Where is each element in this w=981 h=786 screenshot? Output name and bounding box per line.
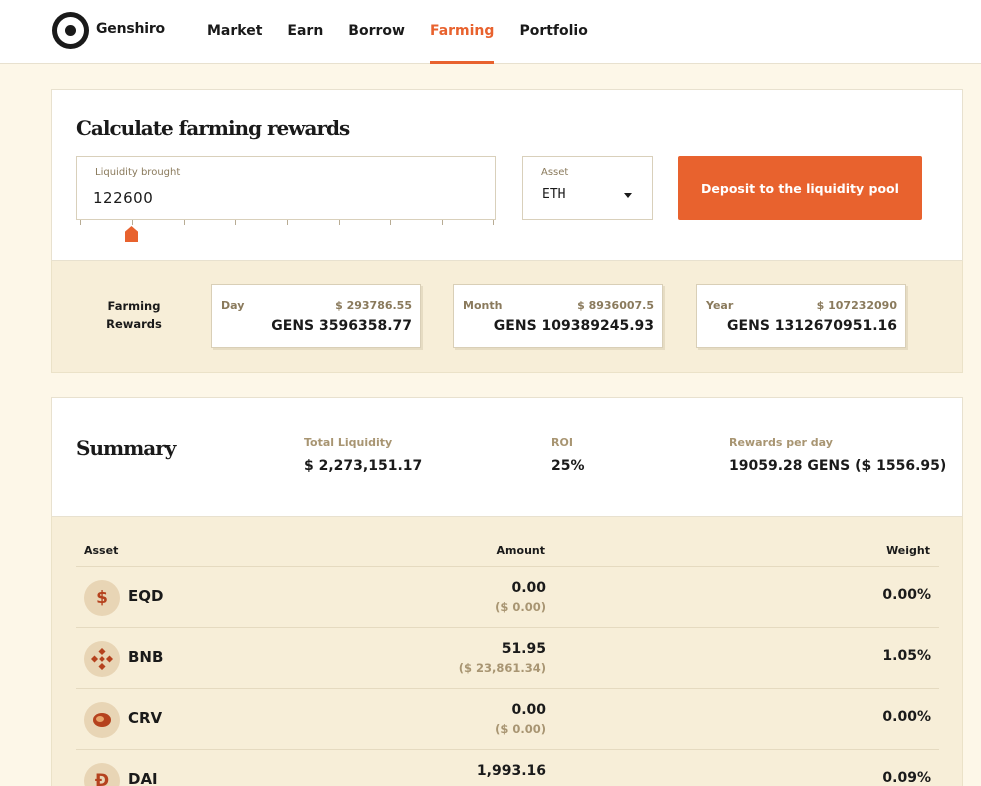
liquidity-slider-track[interactable] bbox=[80, 220, 494, 226]
asset-weight: 1.05% bbox=[882, 648, 931, 664]
calculator-panel: Calculate farming rewards Liquidity brou… bbox=[51, 89, 963, 261]
asset-name: CRV bbox=[128, 709, 163, 727]
column-header-asset: Asset bbox=[84, 544, 119, 557]
rewards-per-day-value: 19059.28 GENS ($ 1556.95) bbox=[729, 458, 947, 474]
asset-amount-usd: ($ 0.00) bbox=[495, 722, 546, 736]
table-row: $ EQD 0.00 ($ 0.00) 0.00% bbox=[76, 566, 939, 627]
reward-usd: $ 8936007.5 bbox=[577, 299, 654, 312]
reward-card-day: Day $ 293786.55 GENS 3596358.77 bbox=[211, 284, 421, 348]
chevron-down-icon[interactable] bbox=[624, 193, 632, 198]
asset-amount: 0.00 bbox=[511, 580, 546, 596]
nav-portfolio[interactable]: Portfolio bbox=[519, 0, 587, 64]
column-header-amount: Amount bbox=[496, 544, 545, 557]
dai-icon: Đ bbox=[84, 763, 120, 786]
reward-gens: GENS 1312670951.16 bbox=[727, 318, 897, 334]
asset-amount-usd: ($ 0.00) bbox=[495, 600, 546, 614]
total-liquidity-label: Total Liquidity bbox=[304, 436, 393, 449]
asset-label: Asset bbox=[541, 167, 569, 178]
asset-amount-usd: ($ 23,861.34) bbox=[458, 661, 546, 675]
asset-amount: 51.95 bbox=[501, 641, 546, 657]
liquidity-value[interactable]: 122600 bbox=[93, 189, 153, 207]
farming-rewards-band: Farming Rewards Day $ 293786.55 GENS 359… bbox=[51, 261, 963, 373]
reward-gens: GENS 3596358.77 bbox=[271, 318, 412, 334]
roi-label: ROI bbox=[551, 436, 573, 449]
nav-earn[interactable]: Earn bbox=[287, 0, 323, 64]
column-header-weight: Weight bbox=[886, 544, 930, 557]
genshiro-logo-icon[interactable] bbox=[52, 12, 89, 49]
reward-usd: $ 107232090 bbox=[816, 299, 897, 312]
nav-borrow[interactable]: Borrow bbox=[348, 0, 405, 64]
asset-value[interactable]: ETH bbox=[542, 187, 565, 202]
asset-name: EQD bbox=[128, 587, 164, 605]
top-header: Genshiro Market Earn Borrow Farming Port… bbox=[0, 0, 981, 64]
liquidity-slider-handle[interactable] bbox=[125, 226, 138, 242]
asset-amount: 1,993.16 bbox=[476, 763, 546, 779]
assets-table: Asset Amount Weight $ EQD 0.00 ($ 0.00) … bbox=[51, 517, 963, 786]
roi-value: 25% bbox=[551, 458, 585, 474]
summary-panel: Summary Total Liquidity $ 2,273,151.17 R… bbox=[51, 397, 963, 517]
asset-weight: 0.00% bbox=[882, 587, 931, 603]
asset-name: DAI bbox=[128, 770, 158, 786]
nav-market[interactable]: Market bbox=[207, 0, 262, 64]
asset-amount: 0.00 bbox=[511, 702, 546, 718]
summary-title: Summary bbox=[76, 436, 176, 460]
deposit-button[interactable]: Deposit to the liquidity pool bbox=[678, 156, 922, 220]
asset-name: BNB bbox=[128, 648, 164, 666]
reward-gens: GENS 109389245.93 bbox=[493, 318, 654, 334]
reward-period: Day bbox=[221, 299, 245, 312]
crv-icon bbox=[84, 702, 120, 738]
asset-select[interactable]: Asset ETH bbox=[522, 156, 653, 220]
farming-rewards-label: Farming Rewards bbox=[106, 299, 162, 331]
liquidity-label: Liquidity brought bbox=[95, 167, 181, 178]
reward-card-month: Month $ 8936007.5 GENS 109389245.93 bbox=[453, 284, 663, 348]
table-row: Đ DAI 1,993.16 0.09% bbox=[76, 749, 939, 786]
table-row: BNB 51.95 ($ 23,861.34) 1.05% bbox=[76, 627, 939, 688]
main-nav: Market Earn Borrow Farming Portfolio bbox=[207, 0, 613, 64]
calculator-title: Calculate farming rewards bbox=[76, 116, 350, 140]
reward-period: Month bbox=[463, 299, 503, 312]
reward-card-year: Year $ 107232090 GENS 1312670951.16 bbox=[696, 284, 906, 348]
brand-name[interactable]: Genshiro bbox=[96, 21, 165, 37]
total-liquidity-value: $ 2,273,151.17 bbox=[304, 458, 423, 474]
reward-period: Year bbox=[706, 299, 734, 312]
nav-farming[interactable]: Farming bbox=[429, 0, 495, 64]
liquidity-input[interactable]: Liquidity brought 122600 bbox=[76, 156, 496, 220]
dollar-icon: $ bbox=[84, 580, 120, 616]
bnb-icon bbox=[84, 641, 120, 677]
table-row: CRV 0.00 ($ 0.00) 0.00% bbox=[76, 688, 939, 749]
asset-weight: 0.09% bbox=[882, 770, 931, 786]
rewards-per-day-label: Rewards per day bbox=[729, 436, 833, 449]
reward-usd: $ 293786.55 bbox=[335, 299, 412, 312]
asset-weight: 0.00% bbox=[882, 709, 931, 725]
